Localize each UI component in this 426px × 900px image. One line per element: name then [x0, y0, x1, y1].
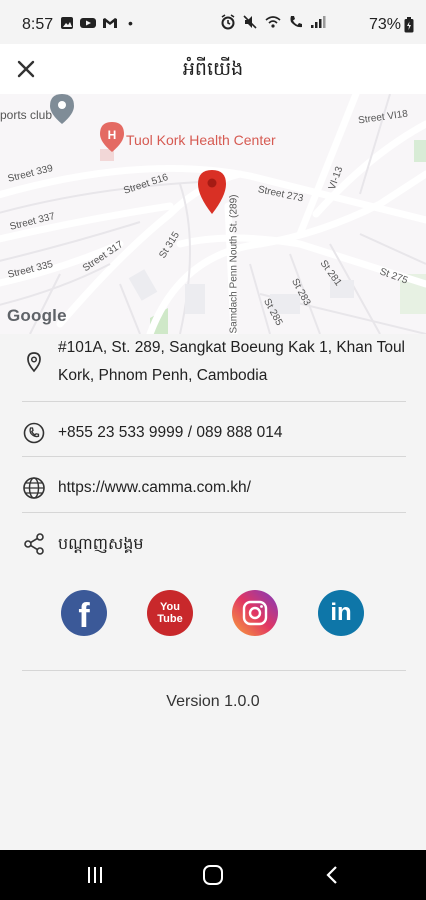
wifi-call-icon [265, 16, 281, 28]
map-canvas[interactable]: H [0, 94, 426, 334]
instagram-button[interactable] [232, 590, 278, 636]
notification-icons: • [60, 15, 133, 31]
alarm-icon [221, 14, 235, 30]
website-row[interactable]: https://www.camma.com.kh/ [22, 476, 406, 502]
svg-text:H: H [108, 128, 117, 142]
battery-icon [404, 17, 414, 33]
system-icons [220, 14, 326, 30]
location-pin-icon [27, 352, 41, 373]
version-text: Version 1.0.0 [166, 693, 260, 710]
status-bar: 8:57 • 73% [0, 0, 426, 44]
page-title: អំពីយើង [182, 58, 244, 80]
volte-call-icon [290, 16, 302, 28]
website-link[interactable]: https://www.camma.com.kh/ [58, 474, 251, 502]
instagram-icon [242, 600, 268, 626]
app-bar: អំពីយើង [0, 44, 426, 94]
about-content: #101A, St. 289, Sangkat Boeung Kak 1, Kh… [0, 334, 426, 850]
globe-icon [23, 477, 45, 499]
mute-icon [243, 15, 257, 29]
youtube-icon [80, 18, 96, 28]
linkedin-button[interactable]: in [318, 590, 364, 636]
home-icon[interactable] [202, 864, 224, 886]
social-heading-row: បណ្តាញសង្គម [22, 532, 406, 558]
address-row: #101A, St. 289, Sangkat Boeung Kak 1, Kh… [22, 334, 406, 390]
system-nav-bar [0, 850, 426, 900]
divider [22, 456, 406, 457]
divider [22, 670, 406, 671]
map-view[interactable]: H ports club Tuol Kork Health Center Str… [0, 94, 426, 334]
phone-row[interactable]: +855 23 533 9999 / 089 888 014 [22, 421, 406, 447]
linkedin-icon: in [330, 599, 352, 626]
divider [22, 512, 406, 513]
social-links: f You Tube in [0, 590, 426, 640]
status-time: 8:57 [22, 16, 54, 33]
share-icon [24, 533, 44, 555]
facebook-button[interactable]: f [61, 590, 107, 636]
more-dot-icon: • [128, 15, 133, 31]
battery-status: 73% [369, 16, 414, 34]
youtube-button[interactable]: You Tube [147, 590, 193, 636]
phone-icon [23, 422, 45, 444]
back-icon[interactable] [322, 864, 344, 886]
facebook-icon: f [78, 596, 90, 635]
gallery-icon [61, 17, 73, 29]
divider [22, 401, 406, 402]
address-text: #101A, St. 289, Sangkat Boeung Kak 1, Kh… [58, 339, 406, 384]
gmail-icon [103, 18, 117, 28]
recent-apps-icon[interactable] [84, 864, 106, 886]
social-heading: បណ្តាញសង្គម [58, 534, 144, 553]
battery-percent: 73% [368, 16, 401, 33]
phone-text[interactable]: +855 23 533 9999 / 089 888 014 [58, 419, 283, 447]
youtube-logo-icon: You Tube [157, 601, 183, 625]
signal-icon [311, 16, 326, 28]
